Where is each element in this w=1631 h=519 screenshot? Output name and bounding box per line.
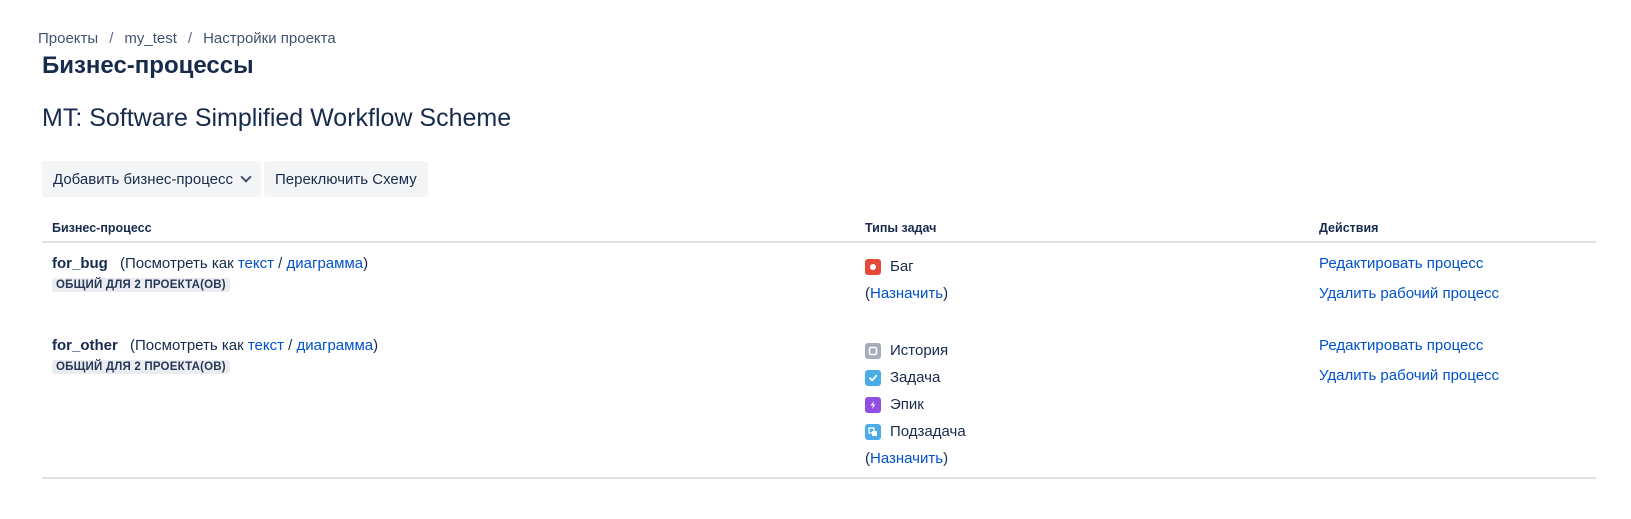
breadcrumb-settings[interactable]: Настройки проекта <box>203 30 336 47</box>
view-as-suffix: ) <box>373 337 379 354</box>
delete-workflow-link[interactable]: Удалить рабочий процесс <box>1319 367 1586 384</box>
page-title: Бизнес-процессы <box>42 52 254 79</box>
story-icon <box>865 342 881 359</box>
view-separator: / <box>278 255 283 272</box>
chevron-down-icon <box>240 171 252 183</box>
shared-badge: ОБЩИЙ ДЛЯ 2 ПРОЕКТА(ОВ) <box>52 278 230 292</box>
issue-type-label: Подзадача <box>890 423 966 440</box>
add-workflow-button[interactable]: Добавить бизнес-процесс <box>42 161 261 197</box>
breadcrumb: Проекты / my_test / Настройки проекта <box>38 30 336 47</box>
view-as-prefix: (Посмотреть как <box>120 255 234 272</box>
issue-type-item: История <box>865 342 1299 359</box>
epic-icon <box>865 396 881 413</box>
assign-link[interactable]: Назначить <box>870 450 943 467</box>
add-workflow-label: Добавить бизнес-процесс <box>53 170 233 188</box>
assign-close: ) <box>943 450 949 467</box>
issue-types-cell: Баг (Назначить) <box>855 242 1309 325</box>
assign-wrapper: (Назначить) <box>865 285 1299 302</box>
bug-icon <box>865 258 881 275</box>
breadcrumb-project[interactable]: my_test <box>124 30 177 47</box>
edit-workflow-link[interactable]: Редактировать процесс <box>1319 337 1586 354</box>
column-header-issue-types: Типы задач <box>855 212 1309 243</box>
column-header-workflow: Бизнес-процесс <box>42 212 855 243</box>
issue-type-label: Задача <box>890 369 941 386</box>
assign-link[interactable]: Назначить <box>870 285 943 302</box>
table-row: for_bug (Посмотреть как текст / диаграмм… <box>42 242 1596 325</box>
breadcrumb-separator: / <box>187 30 193 47</box>
issue-types-cell: История Задача Эпик Подзадача (Назначить… <box>855 325 1309 479</box>
assign-wrapper: (Назначить) <box>865 450 1299 467</box>
issue-type-label: Эпик <box>890 396 924 413</box>
issue-type-item: Задача <box>865 369 1299 386</box>
actions-cell: Редактировать процесс Удалить рабочий пр… <box>1309 325 1596 479</box>
actions-cell: Редактировать процесс Удалить рабочий пр… <box>1309 242 1596 325</box>
table-header-row: Бизнес-процесс Типы задач Действия <box>42 212 1596 243</box>
toolbar: Добавить бизнес-процесс Переключить Схем… <box>42 161 428 197</box>
workflow-name: for_bug <box>52 255 108 272</box>
view-as-suffix: ) <box>363 255 369 272</box>
view-as-text-link[interactable]: текст <box>248 337 284 354</box>
view-as-prefix: (Посмотреть как <box>130 337 244 354</box>
delete-workflow-link[interactable]: Удалить рабочий процесс <box>1319 285 1586 302</box>
breadcrumb-projects[interactable]: Проекты <box>38 30 98 47</box>
subtask-icon <box>865 423 881 440</box>
task-icon <box>865 369 881 386</box>
issue-type-item: Баг <box>865 258 1299 275</box>
table-row: for_other (Посмотреть как текст / диагра… <box>42 325 1596 479</box>
view-as-diagram-link[interactable]: диаграмма <box>297 337 374 354</box>
workflow-name: for_other <box>52 337 118 354</box>
workflows-table: Бизнес-процесс Типы задач Действия for_b… <box>42 212 1596 479</box>
view-as-text-link[interactable]: текст <box>238 255 274 272</box>
scheme-title: MT: Software Simplified Workflow Scheme <box>42 104 512 132</box>
shared-badge: ОБЩИЙ ДЛЯ 2 ПРОЕКТА(ОВ) <box>52 360 230 374</box>
issue-type-item: Подзадача <box>865 423 1299 440</box>
workflow-cell: for_bug (Посмотреть как текст / диаграмм… <box>42 242 855 325</box>
view-separator: / <box>288 337 293 354</box>
workflow-cell: for_other (Посмотреть как текст / диагра… <box>42 325 855 479</box>
edit-workflow-link[interactable]: Редактировать процесс <box>1319 255 1586 272</box>
switch-scheme-button[interactable]: Переключить Схему <box>264 161 428 197</box>
breadcrumb-separator: / <box>109 30 114 47</box>
assign-close: ) <box>943 285 949 302</box>
issue-type-label: Баг <box>890 258 914 275</box>
view-as-diagram-link[interactable]: диаграмма <box>287 255 364 272</box>
issue-type-label: История <box>890 342 949 359</box>
column-header-actions: Действия <box>1309 212 1596 243</box>
issue-type-item: Эпик <box>865 396 1299 413</box>
